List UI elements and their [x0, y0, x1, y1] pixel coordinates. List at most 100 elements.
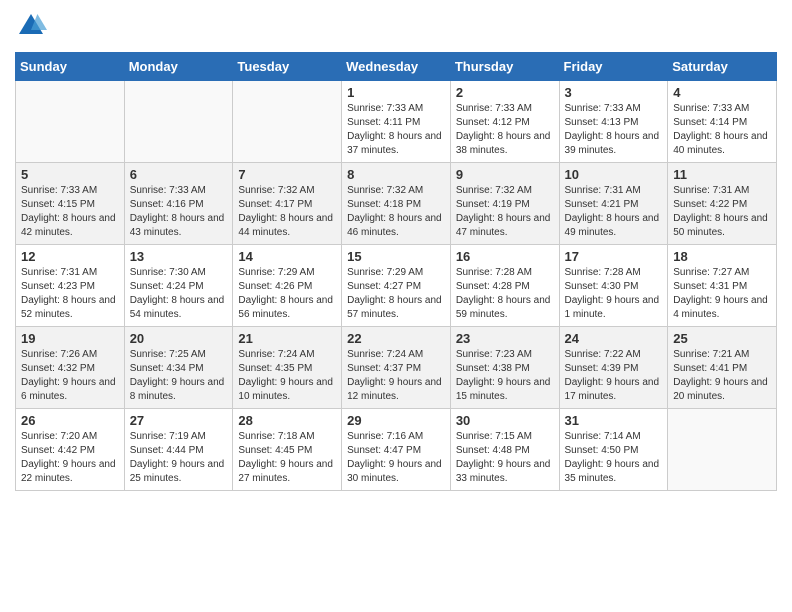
calendar-table: SundayMondayTuesdayWednesdayThursdayFrid…: [15, 52, 777, 491]
calendar-cell: 22Sunrise: 7:24 AM Sunset: 4:37 PM Dayli…: [342, 327, 451, 409]
day-info: Sunrise: 7:32 AM Sunset: 4:18 PM Dayligh…: [347, 184, 445, 240]
day-number: 3: [565, 85, 663, 100]
day-info: Sunrise: 7:29 AM Sunset: 4:27 PM Dayligh…: [347, 266, 445, 322]
day-info: Sunrise: 7:25 AM Sunset: 4:34 PM Dayligh…: [130, 348, 228, 404]
calendar-cell: 28Sunrise: 7:18 AM Sunset: 4:45 PM Dayli…: [233, 409, 342, 491]
weekday-header-saturday: Saturday: [668, 53, 777, 81]
day-number: 29: [347, 413, 445, 428]
day-info: Sunrise: 7:33 AM Sunset: 4:11 PM Dayligh…: [347, 102, 445, 158]
calendar-cell: 6 Sunrise: 7:33 AM Sunset: 4:16 PM Daylig…: [124, 163, 233, 245]
logo: [15, 10, 51, 42]
day-number: 9: [456, 167, 554, 182]
day-info: Sunrise: 7:32 AM Sunset: 4:19 PM Dayligh…: [456, 184, 554, 240]
day-number: 27: [130, 413, 228, 428]
day-info: Sunrise: 7:31 AM Sunset: 4:23 PM Dayligh…: [21, 266, 119, 322]
day-number: 7: [238, 167, 336, 182]
calendar-cell: 31Sunrise: 7:14 AM Sunset: 4:50 PM Dayli…: [559, 409, 668, 491]
day-number: 1: [347, 85, 445, 100]
calendar-week-3: 12 Sunrise: 7:31 AM Sunset: 4:23 PM Dayli…: [16, 245, 777, 327]
calendar-cell: [16, 81, 125, 163]
day-number: 11: [673, 167, 771, 182]
weekday-header-thursday: Thursday: [450, 53, 559, 81]
day-number: 5: [21, 167, 119, 182]
day-info: Sunrise: 7:26 AM Sunset: 4:32 PM Dayligh…: [21, 348, 119, 404]
calendar-cell: 21 Sunrise: 7:24 AM Sunset: 4:35 PM Dayli…: [233, 327, 342, 409]
calendar-cell: 15 Sunrise: 7:29 AM Sunset: 4:27 PM Dayli…: [342, 245, 451, 327]
calendar-cell: 27 Sunrise: 7:19 AM Sunset: 4:44 PM Dayli…: [124, 409, 233, 491]
calendar-cell: 16Sunrise: 7:28 AM Sunset: 4:28 PM Dayli…: [450, 245, 559, 327]
calendar-cell: 5Sunrise: 7:33 AM Sunset: 4:15 PM Daylig…: [16, 163, 125, 245]
day-number: 8: [347, 167, 445, 182]
day-number: 17: [565, 249, 663, 264]
calendar-cell: 23 Sunrise: 7:23 AM Sunset: 4:38 PM Dayli…: [450, 327, 559, 409]
day-number: 14: [238, 249, 336, 264]
calendar-header: SundayMondayTuesdayWednesdayThursdayFrid…: [16, 53, 777, 81]
weekday-header-tuesday: Tuesday: [233, 53, 342, 81]
day-info: Sunrise: 7:33 AM Sunset: 4:16 PM Dayligh…: [130, 184, 228, 240]
calendar-week-2: 5Sunrise: 7:33 AM Sunset: 4:15 PM Daylig…: [16, 163, 777, 245]
day-number: 6: [130, 167, 228, 182]
day-number: 18: [673, 249, 771, 264]
weekday-header-sunday: Sunday: [16, 53, 125, 81]
day-info: Sunrise: 7:32 AM Sunset: 4:17 PM Dayligh…: [238, 184, 336, 240]
day-number: 10: [565, 167, 663, 182]
day-info: Sunrise: 7:19 AM Sunset: 4:44 PM Dayligh…: [130, 430, 228, 486]
day-number: 4: [673, 85, 771, 100]
day-info: Sunrise: 7:20 AM Sunset: 4:42 PM Dayligh…: [21, 430, 119, 486]
day-number: 30: [456, 413, 554, 428]
weekday-header-monday: Monday: [124, 53, 233, 81]
day-info: Sunrise: 7:18 AM Sunset: 4:45 PM Dayligh…: [238, 430, 336, 486]
calendar-cell: 18 Sunrise: 7:27 AM Sunset: 4:31 PM Dayli…: [668, 245, 777, 327]
calendar-cell: 30 Sunrise: 7:15 AM Sunset: 4:48 PM Dayli…: [450, 409, 559, 491]
day-number: 25: [673, 331, 771, 346]
calendar-cell: 24 Sunrise: 7:22 AM Sunset: 4:39 PM Dayli…: [559, 327, 668, 409]
weekday-row: SundayMondayTuesdayWednesdayThursdayFrid…: [16, 53, 777, 81]
calendar-cell: 11Sunrise: 7:31 AM Sunset: 4:22 PM Dayli…: [668, 163, 777, 245]
day-info: Sunrise: 7:21 AM Sunset: 4:41 PM Dayligh…: [673, 348, 771, 404]
calendar-cell: 1 Sunrise: 7:33 AM Sunset: 4:11 PM Daylig…: [342, 81, 451, 163]
calendar-cell: 12 Sunrise: 7:31 AM Sunset: 4:23 PM Dayli…: [16, 245, 125, 327]
calendar-cell: 29 Sunrise: 7:16 AM Sunset: 4:47 PM Dayli…: [342, 409, 451, 491]
header: [15, 10, 777, 42]
calendar-cell: [124, 81, 233, 163]
day-number: 13: [130, 249, 228, 264]
calendar-week-4: 19 Sunrise: 7:26 AM Sunset: 4:32 PM Dayli…: [16, 327, 777, 409]
calendar-cell: 9 Sunrise: 7:32 AM Sunset: 4:19 PM Daylig…: [450, 163, 559, 245]
day-number: 15: [347, 249, 445, 264]
calendar-cell: 13Sunrise: 7:30 AM Sunset: 4:24 PM Dayli…: [124, 245, 233, 327]
day-info: Sunrise: 7:24 AM Sunset: 4:37 PM Dayligh…: [347, 348, 445, 404]
day-number: 12: [21, 249, 119, 264]
day-number: 24: [565, 331, 663, 346]
day-info: Sunrise: 7:33 AM Sunset: 4:13 PM Dayligh…: [565, 102, 663, 158]
day-number: 23: [456, 331, 554, 346]
calendar-cell: 2Sunrise: 7:33 AM Sunset: 4:12 PM Daylig…: [450, 81, 559, 163]
calendar-cell: 3 Sunrise: 7:33 AM Sunset: 4:13 PM Daylig…: [559, 81, 668, 163]
day-info: Sunrise: 7:23 AM Sunset: 4:38 PM Dayligh…: [456, 348, 554, 404]
calendar-week-1: 1 Sunrise: 7:33 AM Sunset: 4:11 PM Daylig…: [16, 81, 777, 163]
day-info: Sunrise: 7:24 AM Sunset: 4:35 PM Dayligh…: [238, 348, 336, 404]
day-info: Sunrise: 7:15 AM Sunset: 4:48 PM Dayligh…: [456, 430, 554, 486]
day-number: 19: [21, 331, 119, 346]
day-info: Sunrise: 7:28 AM Sunset: 4:30 PM Dayligh…: [565, 266, 663, 322]
weekday-header-friday: Friday: [559, 53, 668, 81]
calendar-cell: [668, 409, 777, 491]
calendar-cell: [233, 81, 342, 163]
day-number: 26: [21, 413, 119, 428]
calendar-cell: 20 Sunrise: 7:25 AM Sunset: 4:34 PM Dayli…: [124, 327, 233, 409]
calendar-cell: 8 Sunrise: 7:32 AM Sunset: 4:18 PM Daylig…: [342, 163, 451, 245]
day-info: Sunrise: 7:22 AM Sunset: 4:39 PM Dayligh…: [565, 348, 663, 404]
calendar-cell: 10 Sunrise: 7:31 AM Sunset: 4:21 PM Dayli…: [559, 163, 668, 245]
day-info: Sunrise: 7:16 AM Sunset: 4:47 PM Dayligh…: [347, 430, 445, 486]
day-number: 21: [238, 331, 336, 346]
calendar-cell: 4Sunrise: 7:33 AM Sunset: 4:14 PM Daylig…: [668, 81, 777, 163]
day-info: Sunrise: 7:31 AM Sunset: 4:21 PM Dayligh…: [565, 184, 663, 240]
calendar-cell: 17 Sunrise: 7:28 AM Sunset: 4:30 PM Dayli…: [559, 245, 668, 327]
calendar-cell: 7 Sunrise: 7:32 AM Sunset: 4:17 PM Daylig…: [233, 163, 342, 245]
day-number: 20: [130, 331, 228, 346]
day-number: 31: [565, 413, 663, 428]
day-info: Sunrise: 7:27 AM Sunset: 4:31 PM Dayligh…: [673, 266, 771, 322]
page: SundayMondayTuesdayWednesdayThursdayFrid…: [0, 0, 792, 501]
calendar-body: 1 Sunrise: 7:33 AM Sunset: 4:11 PM Daylig…: [16, 81, 777, 491]
calendar-cell: 19 Sunrise: 7:26 AM Sunset: 4:32 PM Dayli…: [16, 327, 125, 409]
logo-icon: [15, 10, 47, 42]
